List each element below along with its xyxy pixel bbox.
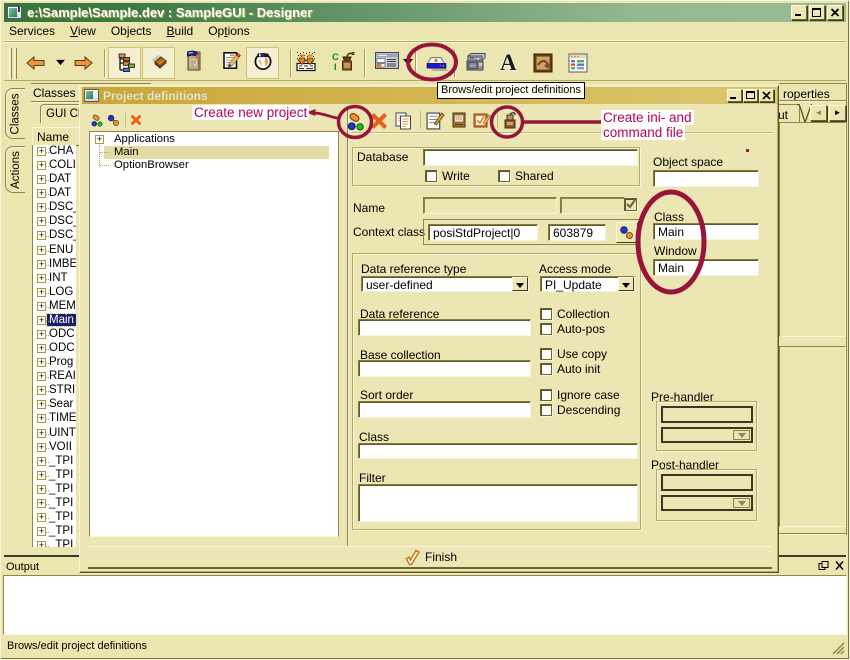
svg-text:I: I: [334, 62, 337, 73]
svg-text:A: A: [500, 50, 517, 74]
